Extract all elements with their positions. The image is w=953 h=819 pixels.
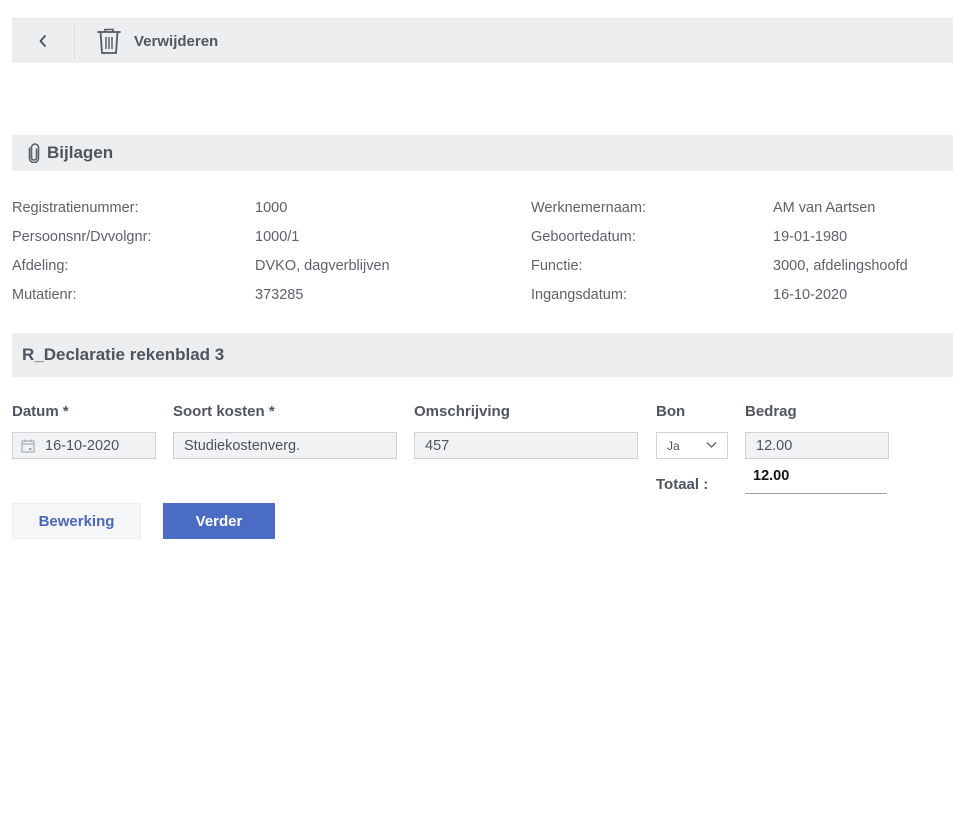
person-number-value: 1000/1 xyxy=(255,229,300,245)
sheet-header-bar: R_Declaratie rekenblad 3 xyxy=(12,333,953,377)
employee-name-value: AM van Aartsen xyxy=(773,200,876,216)
chevron-down-icon xyxy=(706,441,717,449)
total-value: 12.00 xyxy=(745,468,887,494)
date-field[interactable]: 16-10-2020 xyxy=(12,432,156,459)
date-value: 16-10-2020 xyxy=(45,437,120,454)
mutation-number-value: 373285 xyxy=(255,287,304,303)
toolbar-divider xyxy=(74,24,75,59)
mutation-number-label: Mutatienr: xyxy=(12,287,77,303)
description-field[interactable]: 457 xyxy=(414,432,638,459)
birth-date-label: Geboortedatum: xyxy=(531,229,636,245)
receipt-select[interactable]: Ja xyxy=(656,432,728,459)
delete-button[interactable]: Verwijderen xyxy=(96,19,218,63)
attachments-bar[interactable]: Bijlagen xyxy=(12,135,953,171)
person-number-label: Persoonsnr/Dvvolgnr: xyxy=(12,229,152,245)
column-header-receipt: Bon xyxy=(656,403,686,420)
registration-number-value: 1000 xyxy=(255,200,288,216)
start-date-label: Ingangsdatum: xyxy=(531,287,627,303)
column-header-description: Omschrijving xyxy=(414,403,510,420)
cost-kind-value: Studiekostenverg. xyxy=(184,437,301,454)
chevron-left-icon xyxy=(38,34,48,48)
sheet-title: R_Declaratie rekenblad 3 xyxy=(22,345,225,364)
job-function-label: Functie: xyxy=(531,258,583,274)
amount-field[interactable]: 12.00 xyxy=(745,432,889,459)
next-button[interactable]: Verder xyxy=(163,503,275,539)
department-label: Afdeling: xyxy=(12,258,69,274)
delete-label: Verwijderen xyxy=(134,32,219,50)
attachments-title: Bijlagen xyxy=(47,143,114,162)
department-value: DVKO, dagverblijven xyxy=(255,258,390,274)
job-function-value: 3000, afdelingshoofd xyxy=(773,258,908,274)
total-label: Totaal : xyxy=(656,476,709,493)
trash-icon xyxy=(96,27,122,55)
back-button[interactable] xyxy=(12,19,74,63)
paperclip-icon xyxy=(28,143,40,163)
edit-button[interactable]: Bewerking xyxy=(12,503,141,539)
column-header-date: Datum * xyxy=(12,403,69,420)
cost-kind-field[interactable]: Studiekostenverg. xyxy=(173,432,397,459)
calendar-icon[interactable] xyxy=(21,439,35,453)
amount-value: 12.00 xyxy=(756,437,793,454)
employee-name-label: Werknemernaam: xyxy=(531,200,646,216)
receipt-value: Ja xyxy=(667,438,680,453)
column-header-amount: Bedrag xyxy=(745,403,797,420)
description-value: 457 xyxy=(425,437,450,454)
registration-number-label: Registratienummer: xyxy=(12,200,139,216)
toolbar: Verwijderen xyxy=(12,18,953,63)
column-header-kind: Soort kosten * xyxy=(173,403,275,420)
birth-date-value: 19-01-1980 xyxy=(773,229,848,245)
start-date-value: 16-10-2020 xyxy=(773,287,848,303)
